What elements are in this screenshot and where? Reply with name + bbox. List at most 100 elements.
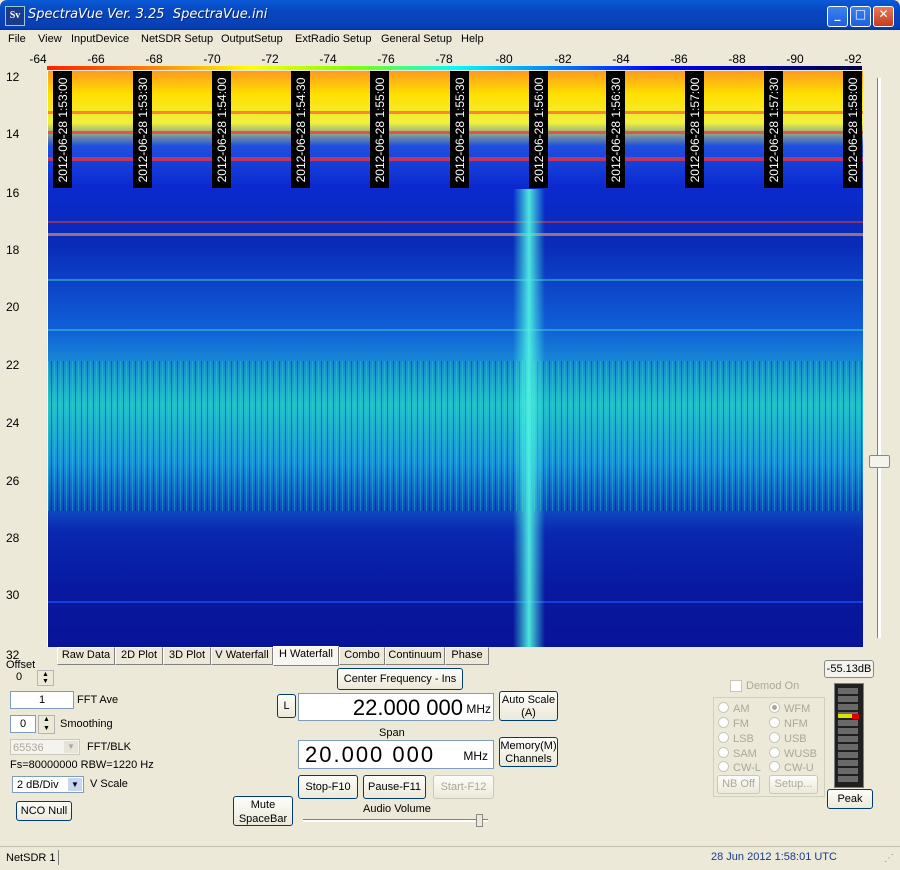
menu-netsdr-setup[interactable]: NetSDR Setup — [141, 33, 213, 45]
menu-extradio-setup[interactable]: ExtRadio Setup — [295, 33, 371, 45]
time-axis: 12 14 16 18 20 22 24 26 28 30 32 — [0, 62, 46, 662]
vscale-label: V Scale — [90, 778, 128, 790]
menu-view[interactable]: View — [38, 33, 62, 45]
nco-null-button[interactable]: NCO Null — [16, 801, 72, 821]
smoothing-label: Smoothing — [60, 718, 113, 730]
freq-tick: -78 — [435, 52, 453, 66]
radio-sam[interactable]: SAM — [718, 747, 757, 760]
demod-setup-button[interactable]: Setup... — [769, 775, 818, 794]
freq-tick: -82 — [554, 52, 572, 66]
radio-lsb[interactable]: LSB — [718, 732, 754, 745]
y-tick: 24 — [6, 416, 20, 430]
app-icon[interactable]: Sv — [5, 6, 25, 26]
tab-v-waterfall[interactable]: V Waterfall — [211, 647, 273, 665]
freq-tick: -72 — [261, 52, 279, 66]
menu-file[interactable]: File — [8, 33, 26, 45]
center-frequency-button[interactable]: Center Frequency - Ins — [337, 668, 463, 690]
tab-h-waterfall[interactable]: H Waterfall — [273, 646, 339, 666]
timestamp-label: 2012-06-28 1:53:30 — [133, 71, 152, 188]
memory-channels-button[interactable]: Memory(M) Channels — [499, 737, 558, 767]
span-input[interactable]: 20.000 000 MHz — [298, 740, 494, 769]
timestamp-label: 2012-06-28 1:56:00 — [529, 71, 548, 188]
stop-button[interactable]: Stop-F10 — [298, 775, 358, 799]
resize-grip-icon[interactable]: ⋰ — [884, 853, 894, 864]
signal-level-meter — [834, 683, 864, 788]
menu-inputdevice[interactable]: InputDevice — [71, 33, 129, 45]
peak-indicator — [852, 714, 859, 719]
audio-volume-slider[interactable] — [303, 819, 488, 822]
timestamp-label: 2012-06-28 1:57:00 — [685, 71, 704, 188]
level-readout: -55.13dB — [824, 660, 874, 678]
radio-wusb[interactable]: WUSB — [769, 747, 817, 760]
freq-tick: -88 — [728, 52, 746, 66]
tab-phase[interactable]: Phase — [445, 647, 489, 665]
fft-blk-label: FFT/BLK — [87, 741, 132, 753]
auto-scale-button[interactable]: Auto Scale (A) — [499, 691, 558, 721]
y-tick: 26 — [6, 474, 20, 488]
radio-cw-l[interactable]: CW-L — [718, 761, 761, 774]
timestamp-label: 2012-06-28 1:55:30 — [450, 71, 469, 188]
demod-group: AM FM LSB SAM CW-L WFM NFM USB WUSB CW-U… — [713, 697, 825, 797]
radio-wfm[interactable]: WFM — [769, 702, 810, 715]
fft-ave-label: FFT Ave — [77, 694, 119, 706]
freq-tick: -68 — [145, 52, 163, 66]
audio-volume-thumb[interactable] — [476, 814, 483, 827]
chevron-down-icon[interactable]: ▼ — [68, 778, 82, 791]
vscale-select[interactable]: 2 dB/Div ▼ — [12, 776, 84, 793]
tab-raw-data[interactable]: Raw Data — [57, 647, 115, 665]
y-tick: 14 — [6, 127, 20, 141]
fft-ave-input[interactable]: 1 — [10, 691, 74, 709]
menu-general-setup[interactable]: General Setup — [381, 33, 452, 45]
vertical-slider-track[interactable] — [877, 78, 881, 638]
fft-blk-select: 65536 ▼ — [10, 739, 80, 755]
offset-spinner[interactable]: ▲ ▼ — [37, 670, 54, 686]
status-bar: NetSDR 1 28 Jun 2012 1:58:01 UTC ⋰ — [0, 846, 900, 870]
radio-cw-u[interactable]: CW-U — [769, 761, 814, 774]
offset-value: 0 — [16, 671, 23, 683]
peak-button[interactable]: Peak — [827, 789, 873, 809]
freq-tick: -80 — [495, 52, 513, 66]
y-tick: 28 — [6, 531, 20, 545]
mute-button[interactable]: Mute SpaceBar — [233, 796, 293, 826]
vertical-slider-thumb[interactable] — [869, 455, 890, 468]
menu-outputsetup[interactable]: OutputSetup — [221, 33, 283, 45]
timestamp-label: 2012-06-28 1:55:00 — [370, 71, 389, 188]
color-scale-bar — [47, 66, 862, 70]
menu-bar: File View InputDevice NetSDR Setup Outpu… — [0, 30, 900, 49]
smoothing-spinner[interactable]: ▲ ▼ — [38, 715, 55, 734]
start-button[interactable]: Start-F12 — [433, 775, 494, 799]
tab-continuum[interactable]: Continuum — [385, 647, 445, 665]
timestamp-label: 2012-06-28 1:54:30 — [291, 71, 310, 188]
maximize-icon[interactable]: □ — [850, 6, 871, 27]
freq-tick: -86 — [670, 52, 688, 66]
radio-nfm[interactable]: NFM — [769, 717, 808, 730]
close-icon[interactable]: ✕ — [873, 6, 894, 27]
y-tick: 22 — [6, 358, 20, 372]
freq-tick: -90 — [786, 52, 804, 66]
radio-fm[interactable]: FM — [718, 717, 749, 730]
smoothing-input[interactable]: 0 — [10, 715, 36, 733]
radio-usb[interactable]: USB — [769, 732, 807, 745]
center-frequency-input[interactable]: 22.000 000 MHz — [298, 693, 494, 721]
y-tick: 18 — [6, 243, 20, 257]
freq-tick: -92 — [844, 52, 862, 66]
pause-button[interactable]: Pause-F11 — [363, 775, 426, 799]
freq-tick: -70 — [203, 52, 221, 66]
status-divider — [58, 850, 59, 865]
tab-3d-plot[interactable]: 3D Plot — [163, 647, 211, 665]
tab-combo[interactable]: Combo — [339, 647, 385, 665]
l-button[interactable]: L — [277, 694, 296, 718]
waterfall-display[interactable]: 2012-06-28 1:53:00 2012-06-28 1:53:30 20… — [47, 71, 863, 647]
nb-off-button[interactable]: NB Off — [717, 775, 760, 794]
y-tick: 16 — [6, 186, 20, 200]
freq-tick: -66 — [87, 52, 105, 66]
radio-am[interactable]: AM — [718, 702, 750, 715]
timestamp-label: 2012-06-28 1:56:30 — [606, 71, 625, 188]
window-title: SpectraVue Ver. 3.25 SpectraVue.ini — [28, 7, 268, 22]
tab-2d-plot[interactable]: 2D Plot — [115, 647, 163, 665]
status-device: NetSDR 1 — [6, 852, 56, 864]
demod-checkbox[interactable] — [730, 680, 742, 692]
freq-tick: -76 — [377, 52, 395, 66]
menu-help[interactable]: Help — [461, 33, 484, 45]
minimize-icon[interactable]: _ — [827, 6, 848, 27]
